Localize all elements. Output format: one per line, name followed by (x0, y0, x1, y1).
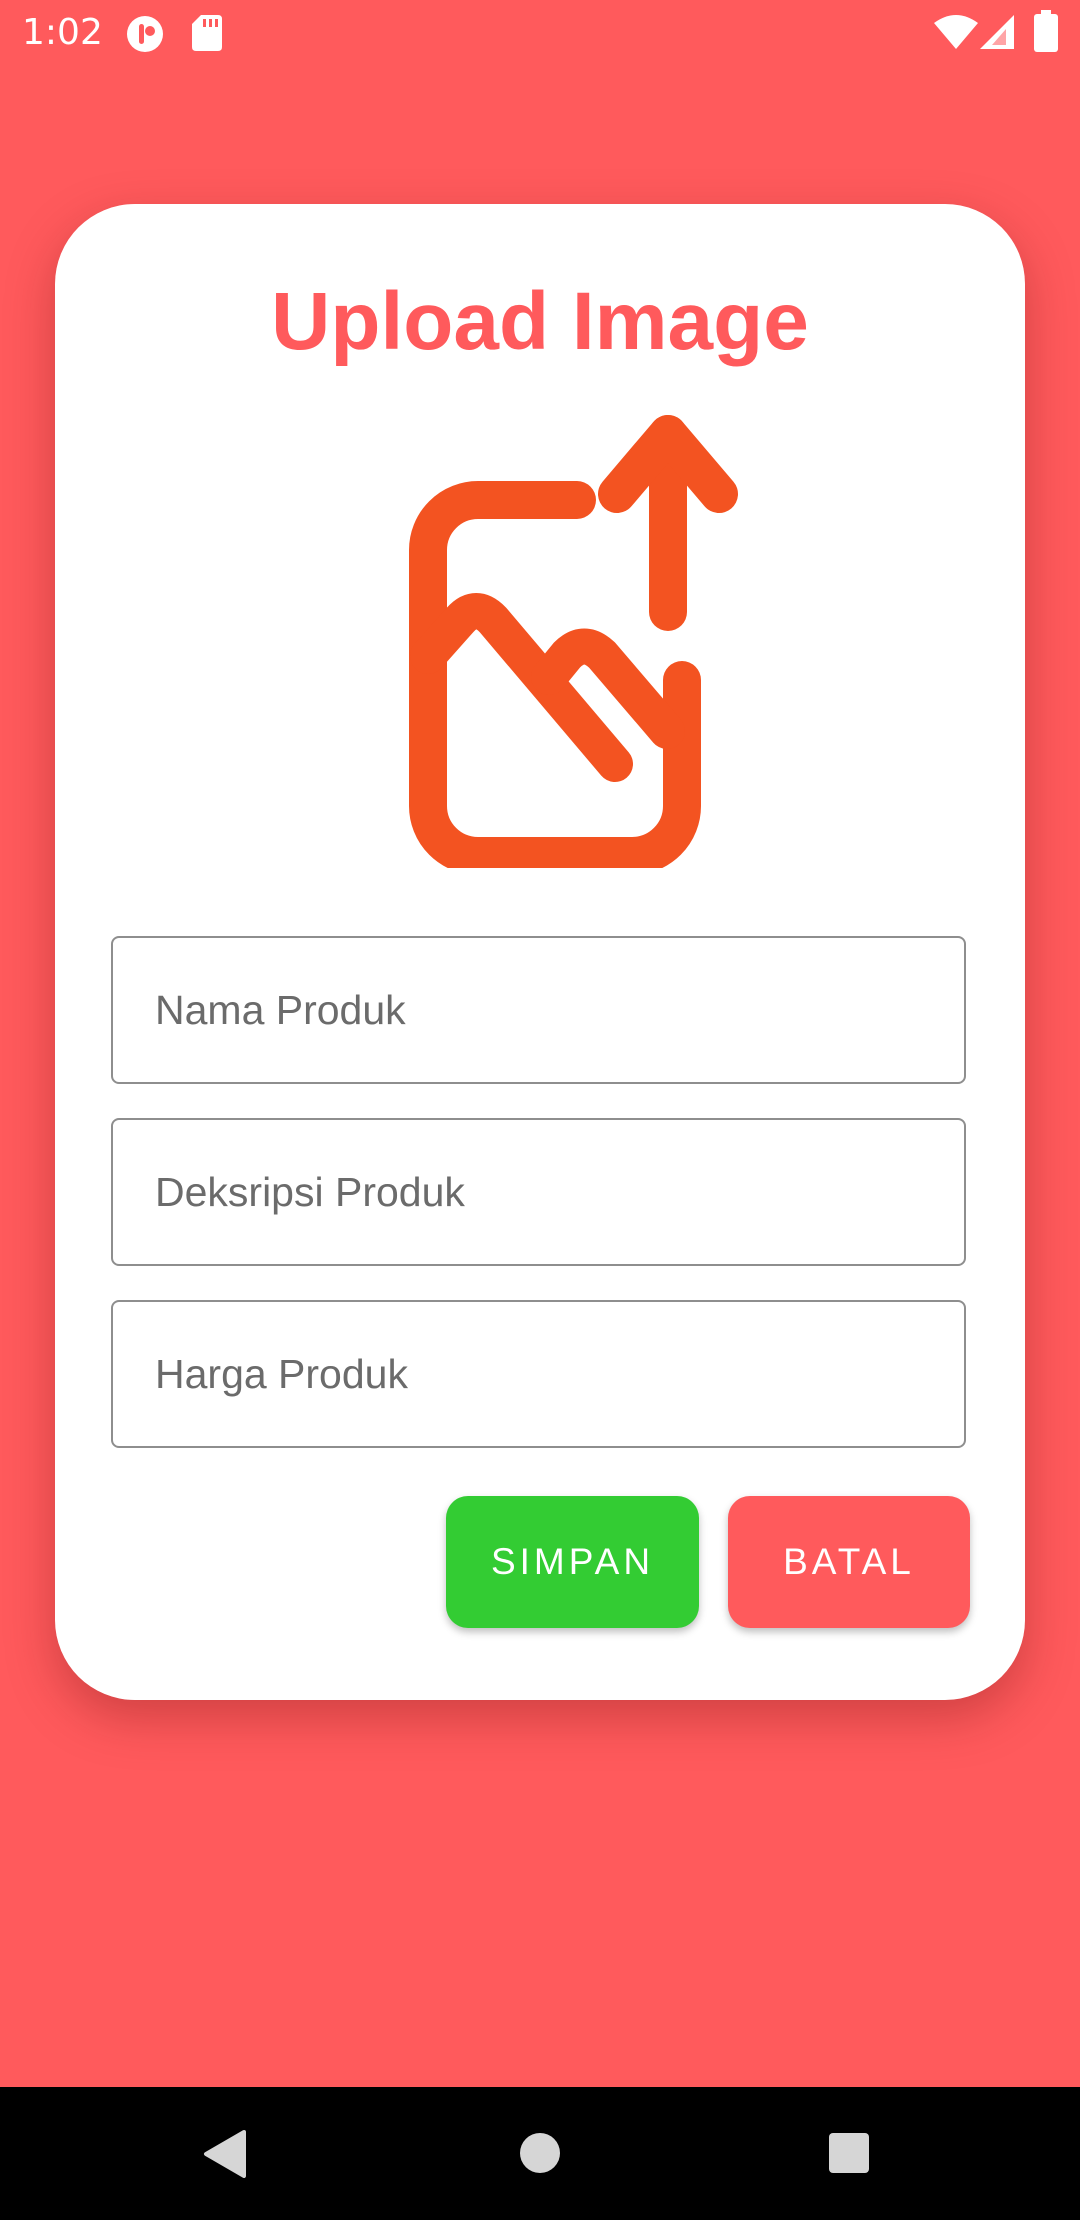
product-description-field[interactable] (111, 1118, 966, 1266)
battery-icon (1034, 10, 1058, 57)
notification-app-icon (126, 15, 164, 58)
back-icon[interactable] (202, 2130, 248, 2183)
home-icon[interactable] (519, 2132, 561, 2179)
product-name-field[interactable] (111, 936, 966, 1084)
product-price-field[interactable] (111, 1300, 966, 1448)
navigation-bar (0, 2087, 1080, 2220)
status-time: 1:02 (22, 12, 103, 53)
status-bar: 1:02 (0, 0, 1080, 66)
recents-icon[interactable] (828, 2132, 870, 2179)
upload-card: Upload Image SIMPAN BATAL (55, 204, 1025, 1700)
product-price-input[interactable] (113, 1302, 964, 1446)
product-description-input[interactable] (113, 1120, 964, 1264)
image-upload-icon[interactable] (355, 408, 815, 875)
product-name-input[interactable] (113, 938, 964, 1082)
page-title: Upload Image (271, 276, 809, 367)
cellular-signal-icon (980, 15, 1014, 54)
sd-card-icon (192, 15, 222, 56)
save-button[interactable]: SIMPAN (446, 1496, 699, 1628)
cancel-button[interactable]: BATAL (728, 1496, 970, 1628)
wifi-icon (934, 15, 978, 54)
